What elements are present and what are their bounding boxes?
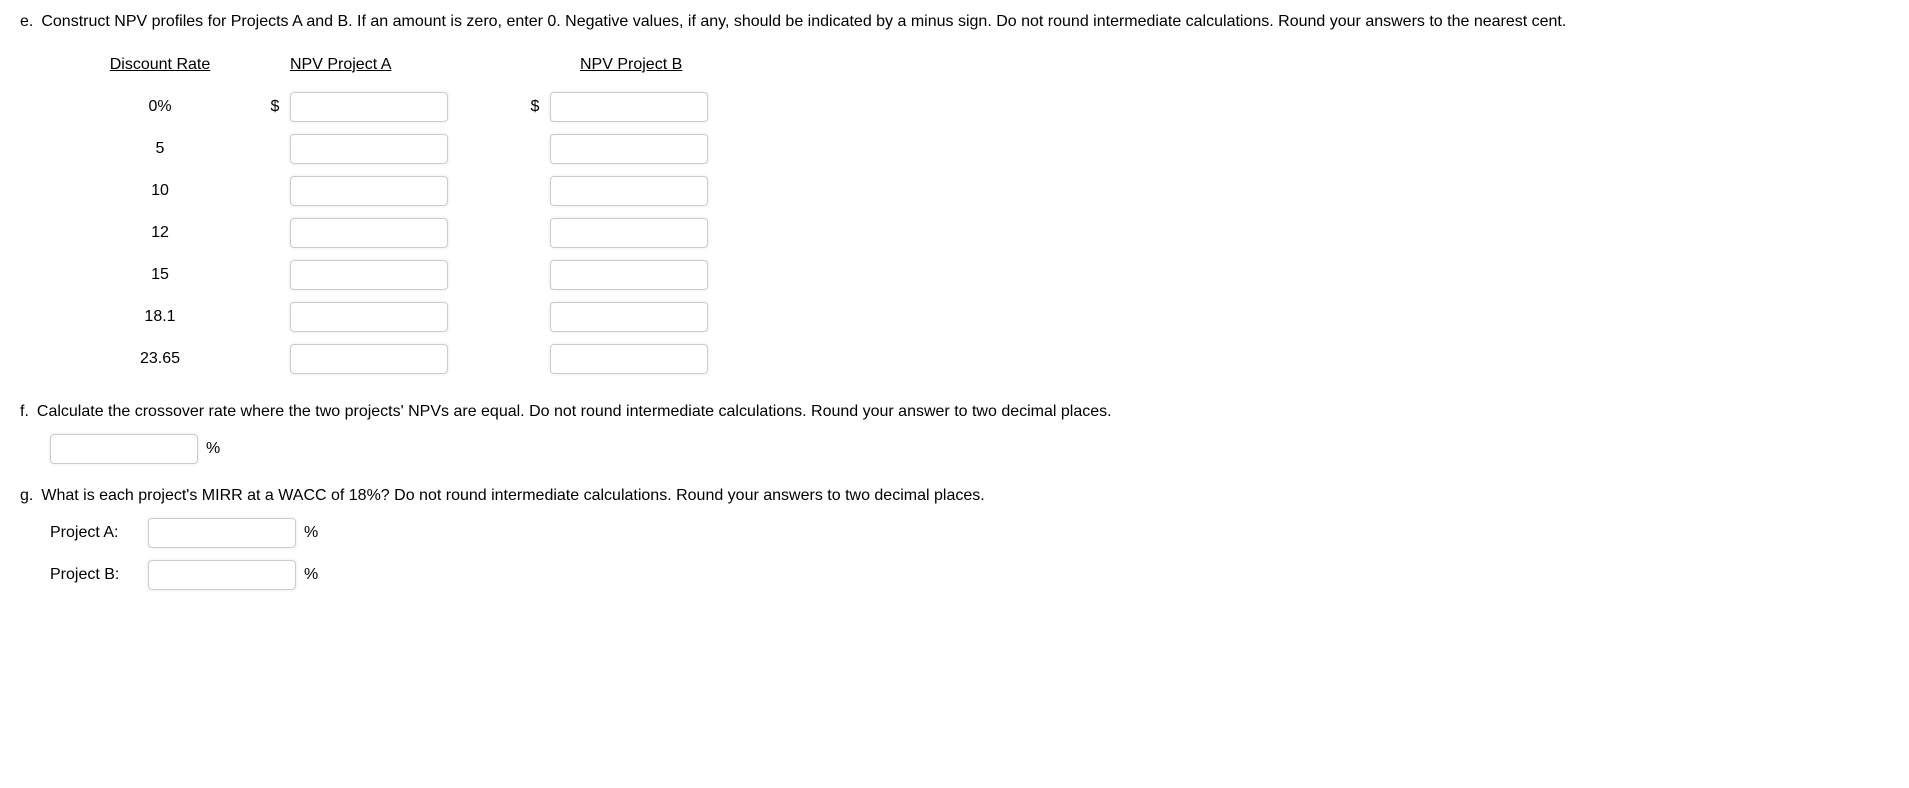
npv-profiles-table: Discount Rate NPV Project A NPV Project … xyxy=(60,44,1889,380)
question-g-letter: g. xyxy=(20,484,33,508)
npv-a-input-6[interactable] xyxy=(290,344,448,374)
question-f-prompt: f. Calculate the crossover rate where th… xyxy=(20,400,1889,424)
rate-cell: 18.1 xyxy=(60,305,260,329)
npv-b-input-0[interactable] xyxy=(550,92,708,122)
npv-a-input-1[interactable] xyxy=(290,134,448,164)
npv-b-input-5[interactable] xyxy=(550,302,708,332)
table-row: 5 xyxy=(60,128,1889,170)
table-header-row: Discount Rate NPV Project A NPV Project … xyxy=(60,44,1889,86)
question-g-text: What is each project's MIRR at a WACC of… xyxy=(41,484,1889,508)
rate-cell: 15 xyxy=(60,263,260,287)
table-row: 15 xyxy=(60,254,1889,296)
rate-cell: 10 xyxy=(60,179,260,203)
rate-cell: 5 xyxy=(60,137,260,161)
mirr-a-input[interactable] xyxy=(148,518,296,548)
crossover-rate-row: % xyxy=(50,434,1889,464)
question-e-letter: e. xyxy=(20,10,33,34)
npv-b-input-2[interactable] xyxy=(550,176,708,206)
rate-cell: 0% xyxy=(60,95,260,119)
rate-cell: 23.65 xyxy=(60,347,260,371)
question-g-prompt: g. What is each project's MIRR at a WACC… xyxy=(20,484,1889,508)
npv-b-input-1[interactable] xyxy=(550,134,708,164)
question-g-block: g. What is each project's MIRR at a WACC… xyxy=(20,484,1889,590)
header-npv-a: NPV Project A xyxy=(260,53,550,77)
crossover-rate-input[interactable] xyxy=(50,434,198,464)
project-a-label: Project A: xyxy=(50,521,140,545)
mirr-project-a-row: Project A: % xyxy=(50,518,1889,548)
rate-cell: 12 xyxy=(60,221,260,245)
dollar-sign: $ xyxy=(520,95,550,119)
table-row: 0% $ $ xyxy=(60,86,1889,128)
question-e-block: e. Construct NPV profiles for Projects A… xyxy=(20,10,1889,380)
question-f-text: Calculate the crossover rate where the t… xyxy=(37,400,1889,424)
header-npv-b: NPV Project B xyxy=(550,53,840,77)
npv-b-input-4[interactable] xyxy=(550,260,708,290)
table-row: 12 xyxy=(60,212,1889,254)
table-row: 10 xyxy=(60,170,1889,212)
percent-unit: % xyxy=(304,563,318,587)
npv-b-input-6[interactable] xyxy=(550,344,708,374)
mirr-b-input[interactable] xyxy=(148,560,296,590)
project-b-label: Project B: xyxy=(50,563,140,587)
table-row: 23.65 xyxy=(60,338,1889,380)
percent-unit: % xyxy=(206,437,220,461)
npv-a-input-5[interactable] xyxy=(290,302,448,332)
table-row: 18.1 xyxy=(60,296,1889,338)
question-f-block: f. Calculate the crossover rate where th… xyxy=(20,400,1889,464)
npv-a-input-0[interactable] xyxy=(290,92,448,122)
percent-unit: % xyxy=(304,521,318,545)
question-f-letter: f. xyxy=(20,400,29,424)
header-discount-rate: Discount Rate xyxy=(60,53,260,77)
question-e-text: Construct NPV profiles for Projects A an… xyxy=(41,10,1889,34)
question-e-prompt: e. Construct NPV profiles for Projects A… xyxy=(20,10,1889,34)
dollar-sign: $ xyxy=(260,95,290,119)
npv-a-input-3[interactable] xyxy=(290,218,448,248)
npv-a-input-4[interactable] xyxy=(290,260,448,290)
mirr-project-b-row: Project B: % xyxy=(50,560,1889,590)
npv-a-input-2[interactable] xyxy=(290,176,448,206)
npv-b-input-3[interactable] xyxy=(550,218,708,248)
